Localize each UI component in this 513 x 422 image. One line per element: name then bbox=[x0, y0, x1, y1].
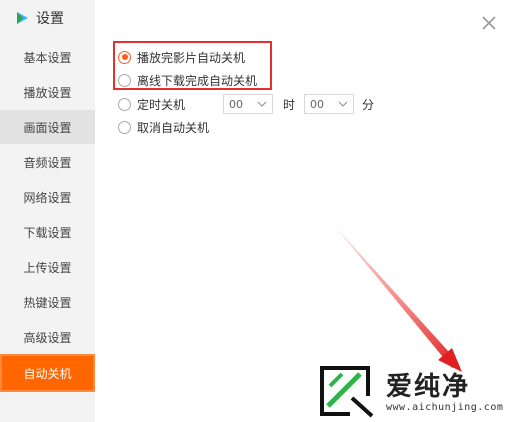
brand-logo-icon bbox=[320, 366, 374, 418]
watermark-text: 爱纯净 bbox=[386, 372, 471, 402]
watermark-url: www.aichunjing.com bbox=[386, 402, 504, 413]
annotation-arrow-icon bbox=[333, 224, 462, 372]
watermark: 爱纯净 www.aichunjing.com bbox=[320, 366, 510, 418]
